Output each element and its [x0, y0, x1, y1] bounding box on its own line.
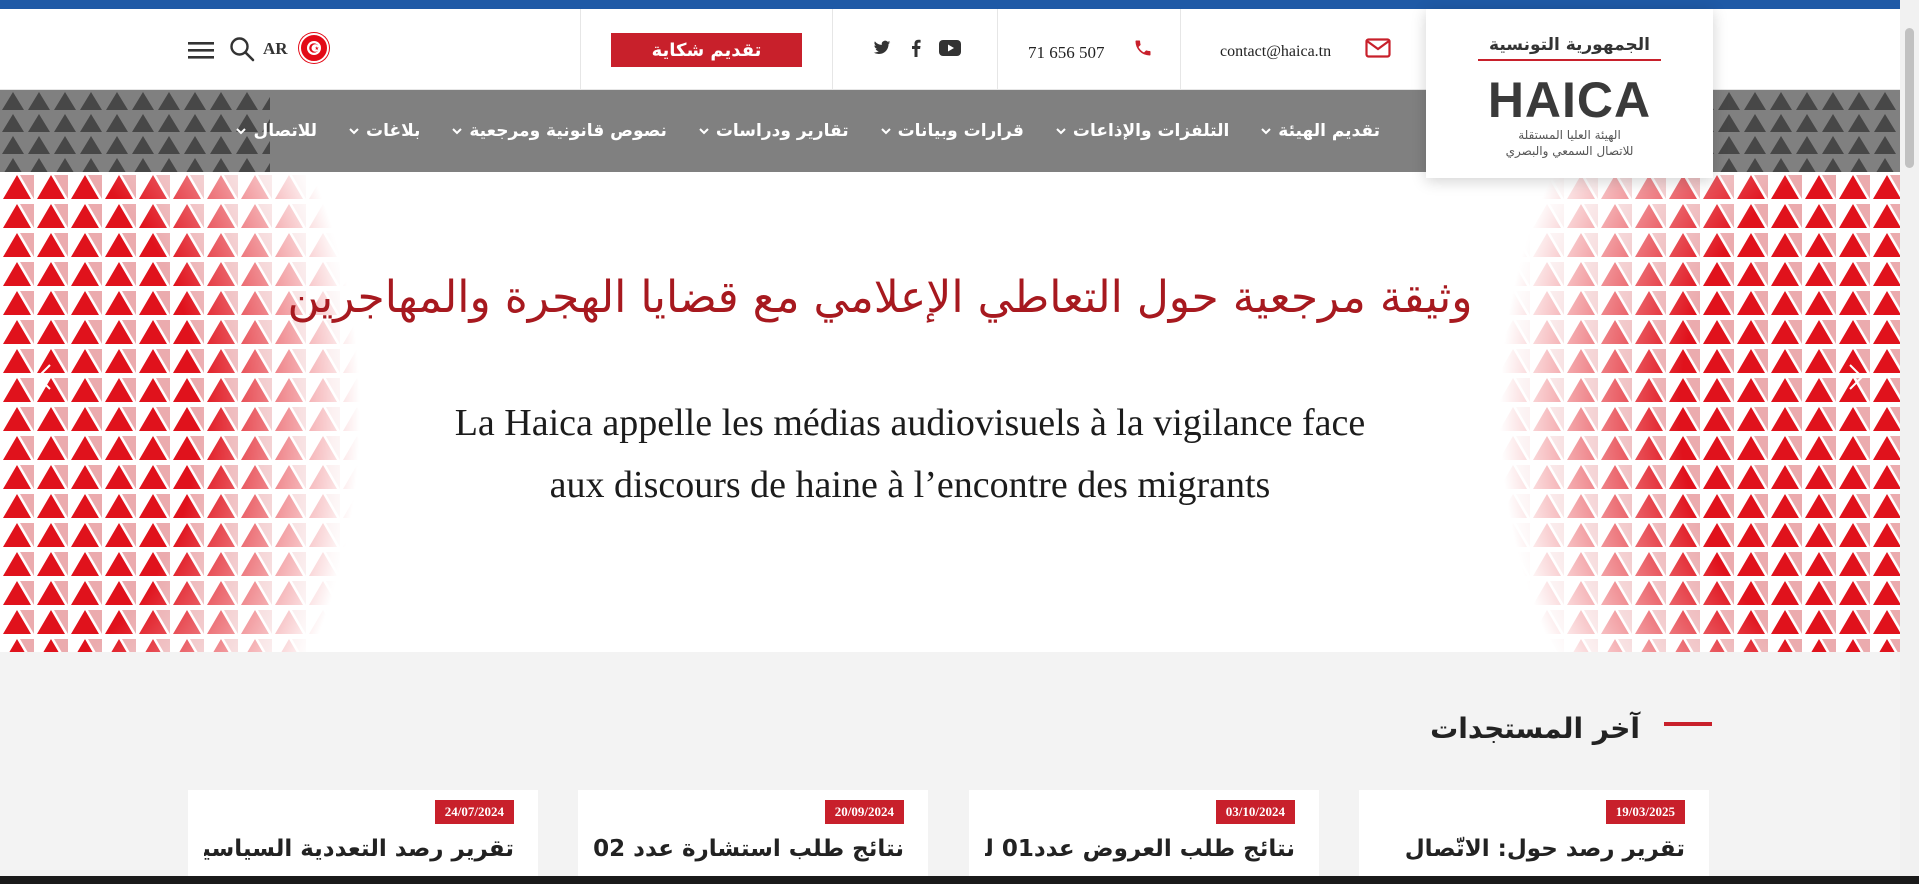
news-title[interactable]: تقرير رصد حول: الاتّصال — [1375, 836, 1685, 862]
site-logo[interactable]: الجمهورية التونسية HAICA الهيئة العليا ا… — [1426, 9, 1713, 178]
logo-subtitle: الهيئة العليا المستقلة للاتصال السمعي وا… — [1426, 127, 1713, 159]
nav-item-legal-texts[interactable]: نصوص قانونية ومرجعية — [451, 121, 667, 141]
news-date: 03/10/2024 — [1215, 800, 1295, 824]
page-scrollbar[interactable] — [1900, 0, 1919, 876]
news-card[interactable]: 20/09/2024 نتائج طلب استشارة عدد 02- — [578, 790, 928, 876]
logo-subtitle-line: للاتصال السمعي والبصري — [1505, 144, 1634, 158]
hero-text: La Haica appelle les médias audiovisuels… — [360, 392, 1460, 516]
news-date: 20/09/2024 — [824, 800, 904, 824]
hero-text-line: La Haica appelle les médias audiovisuels… — [454, 402, 1366, 444]
chevron-down-icon — [1261, 128, 1272, 135]
chevron-down-icon — [452, 128, 463, 135]
nav-label: التلفزات والإذاعات — [1072, 121, 1230, 141]
header-divider — [997, 9, 998, 90]
scrollbar-thumb[interactable] — [1905, 28, 1914, 168]
facebook-icon[interactable] — [905, 37, 927, 59]
logo-subtitle-line: الهيئة العليا المستقلة — [1518, 128, 1621, 142]
news-title[interactable]: نتائج طلب استشارة عدد 02- — [594, 836, 904, 862]
nav-item-decisions[interactable]: قرارات وبيانات — [880, 121, 1024, 141]
top-accent-bar — [0, 0, 1900, 9]
header-divider — [1180, 9, 1181, 90]
news-card[interactable]: 24/07/2024 تقرير رصد التعددية السياسية — [188, 790, 538, 876]
news-title[interactable]: تقرير رصد التعددية السياسية — [204, 836, 514, 862]
header-divider — [832, 9, 833, 90]
hero-title[interactable]: وثيقة مرجعية حول التعاطي الإعلامي مع قضا… — [200, 272, 1560, 323]
slider-prev-arrow-icon[interactable] — [30, 357, 90, 397]
language-switch[interactable]: AR — [263, 39, 288, 59]
slider-next-arrow-icon[interactable] — [1810, 357, 1870, 397]
news-date: 24/07/2024 — [434, 800, 514, 824]
header-divider — [580, 9, 581, 90]
latest-news-title: آخر المستجدات — [1430, 712, 1640, 745]
logo-republic-text: الجمهورية التونسية — [1489, 35, 1650, 55]
nav-item-announcements[interactable]: بلاغات — [348, 121, 420, 141]
menu-icon[interactable] — [186, 35, 216, 65]
chevron-down-icon — [880, 128, 891, 135]
news-card[interactable]: 19/03/2025 تقرير رصد حول: الاتّصال — [1359, 790, 1709, 876]
youtube-icon[interactable] — [937, 37, 963, 59]
twitter-icon[interactable] — [871, 37, 893, 59]
news-card[interactable]: 03/10/2024 نتائج طلب العروض عدد01 لسنة — [969, 790, 1319, 876]
latest-news-accent — [1664, 722, 1712, 726]
chevron-down-icon — [236, 128, 247, 135]
submit-complaint-button[interactable]: تقديم شكاية — [611, 33, 802, 67]
search-icon[interactable] — [227, 34, 257, 64]
nav-item-reports[interactable]: تقارير ودراسات — [698, 121, 849, 141]
nav-item-contact[interactable]: للاتصال — [235, 121, 317, 141]
window-bottom-edge — [0, 876, 1919, 884]
chevron-down-icon — [349, 128, 359, 135]
nav-items: تقديم الهيئة التلفزات والإذاعات قرارات و… — [235, 90, 1380, 172]
news-date: 19/03/2025 — [1605, 800, 1685, 824]
browser-viewport: AR تقديم شكاية 71 656 507 contact@haica.… — [0, 0, 1900, 876]
news-title[interactable]: نتائج طلب العروض عدد01 لسنة — [985, 836, 1295, 862]
nav-label: نصوص قانونية ومرجعية — [469, 121, 667, 141]
logo-wordmark: HAICA — [1487, 72, 1652, 128]
nav-item-broadcasters[interactable]: التلفزات والإذاعات — [1055, 121, 1229, 141]
logo-divider — [1478, 59, 1661, 61]
mail-icon — [1364, 37, 1392, 59]
hero-slider: وثيقة مرجعية حول التعاطي الإعلامي مع قضا… — [0, 172, 1900, 652]
nav-label: بلاغات — [366, 121, 421, 141]
hero-text-line: aux discours de haine à l’encontre des m… — [549, 464, 1271, 506]
chevron-down-icon — [1056, 128, 1066, 135]
phone-number[interactable]: 71 656 507 — [1028, 43, 1105, 63]
nav-label: للاتصال — [253, 121, 317, 141]
phone-icon — [1131, 36, 1155, 60]
nav-label: قرارات وبيانات — [897, 121, 1024, 141]
contact-email-link[interactable]: contact@haica.tn — [1220, 43, 1331, 61]
nav-label: تقارير ودراسات — [715, 121, 849, 141]
tunisia-flag-icon[interactable] — [299, 33, 329, 63]
chevron-down-icon — [699, 128, 709, 135]
nav-item-about[interactable]: تقديم الهيئة — [1260, 121, 1380, 141]
nav-label: تقديم الهيئة — [1278, 121, 1380, 141]
